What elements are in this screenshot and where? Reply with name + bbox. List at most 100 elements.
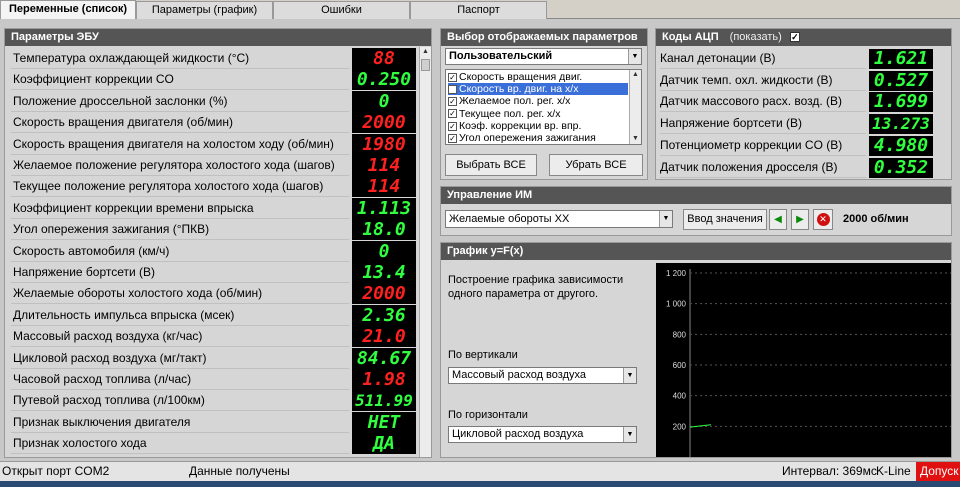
ecu-param-label: Напряжение бортсети (В)	[11, 262, 349, 283]
ecu-param-row: Скорость вращения двигателя на холостом …	[11, 133, 426, 155]
ecu-param-row: Признак выключения двигателя НЕТ	[11, 411, 426, 433]
preset-select[interactable]: Пользовательский ▼	[445, 48, 642, 65]
main-window: Переменные (список) Параметры (график) О…	[0, 0, 960, 487]
input-value-button[interactable]: Ввод значения	[683, 209, 767, 230]
adc-title: Коды АЦП (показать) ✓	[656, 29, 951, 46]
ecu-param-row: Коэффициент коррекции времени впрыска 1.1…	[11, 197, 426, 219]
ecu-param-label: Признак выключения двигателя	[11, 412, 349, 433]
ecu-param-label: Массовый расход воздуха (кг/час)	[11, 326, 349, 348]
stop-button[interactable]: ✕	[813, 209, 833, 230]
ecu-param-row: Коэффициент коррекции CO 0.250	[11, 69, 426, 91]
ecu-param-label: Цикловой расход воздуха (мг/такт)	[11, 348, 349, 369]
status-interface: K-Line	[876, 464, 911, 478]
scroll-up-icon[interactable]: ▲	[630, 70, 641, 80]
tab-bar: Переменные (список) Параметры (график) О…	[0, 0, 960, 19]
decrease-arrow-icon[interactable]: ◀	[769, 209, 787, 230]
ecu-param-row: Положение дроссельной заслонки (%) 0	[11, 90, 426, 112]
chevron-down-icon[interactable]: ▼	[623, 368, 636, 383]
ecu-param-label: Положение дроссельной заслонки (%)	[11, 91, 349, 112]
param-checklist-item[interactable]: ✓ Желаемое пол. рег. х/х	[448, 95, 628, 107]
increase-arrow-icon[interactable]: ▶	[791, 209, 809, 230]
adc-value: 4.980	[869, 135, 933, 156]
horizontal-axis-value: Цикловой расход воздуха	[452, 428, 584, 440]
y-tick-label: 800	[673, 330, 687, 339]
ecu-param-label: Признак холостого хода	[11, 433, 349, 455]
ecu-param-label: Путевой расход топлива (л/100км)	[11, 390, 349, 412]
adc-row: Потенциометр коррекции CO (В) 4.980	[660, 135, 950, 157]
scroll-thumb[interactable]	[421, 59, 430, 71]
ecu-param-row: Массовый расход воздуха (кг/час) 21.0	[11, 326, 426, 348]
adc-row: Датчик массового расх. возд. (В) 1.699	[660, 91, 950, 113]
status-alert: Допуск	[916, 462, 960, 481]
tab-params-graph[interactable]: Параметры (график)	[136, 1, 273, 19]
ecu-param-value: 0	[352, 90, 416, 112]
ecu-param-row: Цикловой расход воздуха (мг/такт) 84.67	[11, 347, 426, 369]
param-checklist-label: Коэф. коррекции вр. впр.	[459, 119, 582, 132]
adc-label: Датчик темп. охл. жидкости (В)	[660, 70, 866, 91]
adc-value: 13.273	[869, 114, 933, 135]
ecu-param-row: Напряжение бортсети (В) 13.4	[11, 262, 426, 283]
param-checklist-item[interactable]: ✓ Скорость вращения двиг.	[448, 71, 628, 83]
ecu-param-row: Желаемое положение регулятора холостого …	[11, 155, 426, 176]
chevron-down-icon[interactable]: ▼	[628, 49, 641, 64]
graph-title: График y=F(x)	[441, 243, 951, 260]
ecu-param-label: Скорость автомобиля (км/ч)	[11, 241, 349, 262]
adc-row: Датчик положения дросселя (В) 0.352	[660, 157, 950, 179]
vertical-axis-select[interactable]: Массовый расход воздуха ▼	[448, 367, 637, 384]
checkbox-icon[interactable]: ✓	[448, 72, 457, 82]
stop-icon: ✕	[816, 213, 830, 226]
adc-value: 1.699	[869, 92, 933, 113]
checkbox-icon[interactable]: ✓	[448, 121, 457, 131]
adc-show-checkbox[interactable]: ✓	[789, 32, 800, 43]
adc-row: Напряжение бортсети (В) 13.273	[660, 113, 950, 135]
ecu-param-value: 0	[352, 240, 416, 262]
checklist-scrollbar[interactable]: ▲ ▼	[629, 70, 641, 144]
select-params-title: Выбор отображаемых параметров	[441, 29, 647, 46]
ecu-param-label: Часовой расход топлива (л/час)	[11, 369, 349, 390]
scroll-up-icon[interactable]: ▲	[420, 47, 431, 57]
ecu-param-value: НЕТ	[352, 411, 416, 433]
y-tick-label: 1 000	[666, 300, 687, 309]
horizontal-axis-select[interactable]: Цикловой расход воздуха ▼	[448, 426, 637, 443]
ecu-param-row: Желаемые обороты холостого хода (об/мин)…	[11, 283, 426, 305]
tab-passport[interactable]: Паспорт	[410, 1, 547, 19]
checkbox-icon[interactable]: ✓	[448, 97, 457, 107]
ecu-param-row: Длительность импульса впрыска (мсек) 2.36	[11, 304, 426, 326]
remove-all-button[interactable]: Убрать ВСЕ	[549, 154, 643, 176]
ecu-param-row: Признак холостого хода ДА	[11, 433, 426, 455]
adc-panel: Коды АЦП (показать) ✓ Канал детонации (В…	[655, 28, 952, 180]
checkbox-icon[interactable]: ✓	[448, 109, 457, 119]
control-panel: Управление ИМ Желаемые обороты ХХ ▼ Ввод…	[440, 186, 952, 236]
actuator-select[interactable]: Желаемые обороты ХХ ▼	[445, 210, 673, 228]
adc-row: Канал детонации (В) 1.621	[660, 48, 950, 70]
tab-errors[interactable]: Ошибки	[273, 1, 410, 19]
taskbar	[0, 481, 960, 487]
chevron-down-icon[interactable]: ▼	[623, 427, 636, 442]
param-checklist-item[interactable]: ✓ Текущее пол. рег. х/х	[448, 108, 628, 120]
ecu-param-value: 114	[352, 176, 416, 198]
param-checklist-item[interactable]: ✓ Угол опережения зажигания	[448, 132, 628, 144]
tab-variables-list[interactable]: Переменные (список)	[0, 0, 136, 19]
control-title: Управление ИМ	[441, 187, 951, 204]
ecu-param-label: Длительность импульса впрыска (мсек)	[11, 305, 349, 326]
param-checklist-item[interactable]: ✓ Скорость вр. двиг. на х/х	[448, 83, 628, 96]
ecu-param-label: Желаемые обороты холостого хода (об/мин)	[11, 283, 349, 305]
param-checklist-item[interactable]: ✓ Коэф. коррекции вр. впр.	[448, 120, 628, 132]
checkbox-icon[interactable]: ✓	[448, 84, 457, 94]
params-checklist[interactable]: ✓ Скорость вращения двиг. ✓ Скорость вр. дв…	[445, 69, 642, 145]
ecu-scrollbar[interactable]: ▲	[419, 47, 431, 457]
ecu-param-value: 2000	[352, 112, 416, 134]
ecu-param-value: 18.0	[352, 219, 416, 241]
ecu-param-row: Текущее положение регулятора холостого х…	[11, 176, 426, 198]
chevron-down-icon[interactable]: ▼	[659, 211, 672, 227]
y-tick-label: 1 200	[666, 269, 687, 278]
adc-title-text: Коды АЦП	[662, 31, 719, 43]
adc-show-label: (показать)	[729, 31, 782, 43]
ecu-param-value: 511.99	[352, 390, 416, 412]
ecu-param-value: 2.36	[352, 304, 416, 326]
scroll-down-icon[interactable]: ▼	[630, 134, 641, 144]
checkbox-icon[interactable]: ✓	[448, 133, 457, 143]
select-all-button[interactable]: Выбрать ВСЕ	[445, 154, 537, 176]
ecu-param-row: Часовой расход топлива (л/час) 1.98	[11, 369, 426, 390]
ecu-param-value: 21.0	[352, 326, 416, 348]
